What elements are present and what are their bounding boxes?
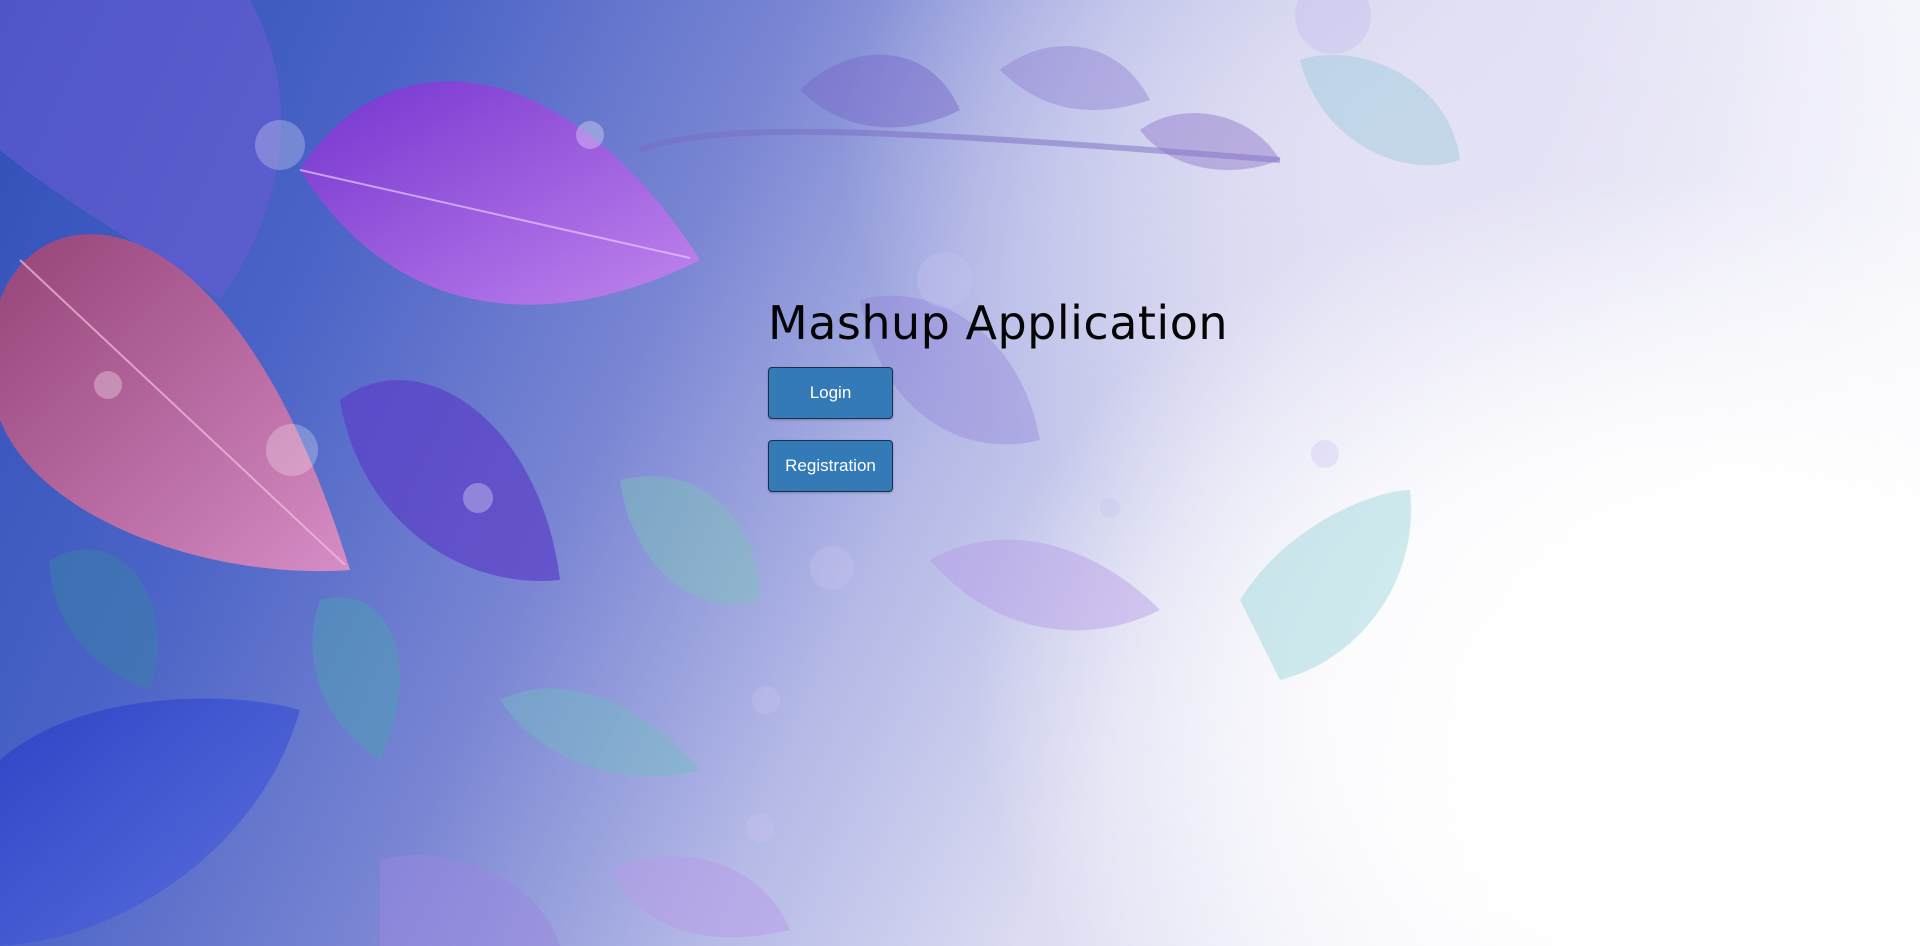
login-button[interactable]: Login [768,367,893,419]
registration-button[interactable]: Registration [768,440,893,492]
leaf-background [0,0,1920,946]
main-panel: Mashup Application Login Registration [768,296,1228,492]
leaf-decoration-icon [0,0,1460,946]
page-title: Mashup Application [768,296,1228,350]
